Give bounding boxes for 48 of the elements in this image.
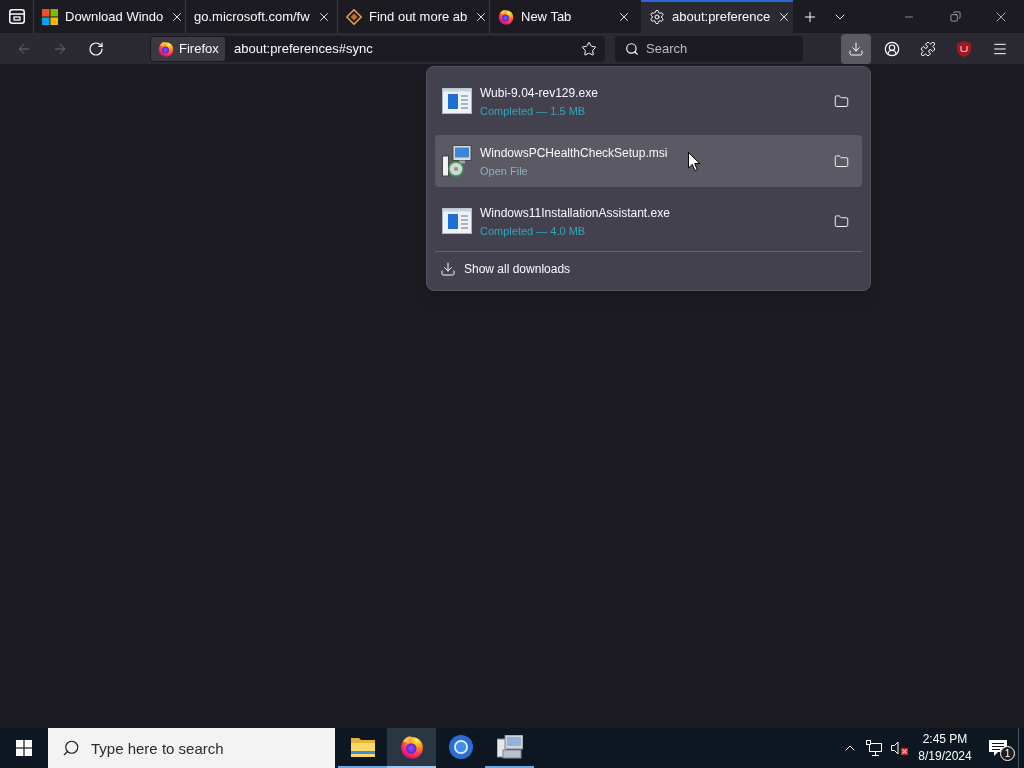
browser-icon bbox=[448, 735, 473, 759]
search-icon bbox=[62, 739, 80, 757]
windows-logo-icon bbox=[42, 8, 58, 25]
program-file-icon bbox=[442, 88, 472, 114]
mouse-pointer-icon bbox=[688, 152, 701, 172]
installer-icon bbox=[496, 735, 523, 759]
download-icon bbox=[440, 260, 456, 277]
firefox-icon bbox=[498, 8, 514, 25]
folder-icon bbox=[833, 213, 849, 229]
account-icon bbox=[884, 40, 900, 57]
file-name: WindowsPCHealthCheckSetup.msi bbox=[480, 144, 669, 161]
download-item[interactable]: WindowsPCHealthCheckSetup.msi Open File bbox=[435, 135, 862, 187]
download-status: Completed — 4.0 MB bbox=[480, 223, 587, 238]
taskbar-app-button[interactable] bbox=[387, 728, 436, 768]
downloads-button[interactable] bbox=[841, 33, 871, 64]
show-all-downloads-button[interactable]: Show all downloads bbox=[435, 252, 862, 285]
search-field[interactable]: Search bbox=[615, 35, 803, 62]
star-icon bbox=[581, 40, 597, 57]
firefox-icon bbox=[158, 40, 174, 57]
download-icon bbox=[848, 40, 864, 57]
download-item[interactable]: Wubi-9.04-rev129.exe Completed — 1.5 MB bbox=[435, 75, 862, 127]
action-center-button[interactable]: 1 bbox=[978, 728, 1018, 768]
file-name: Windows11InstallationAssistant.exe bbox=[480, 204, 671, 221]
installer-package-icon bbox=[442, 145, 472, 177]
folder-icon bbox=[833, 153, 849, 169]
taskbar-search-field[interactable]: Type here to search bbox=[48, 728, 335, 768]
puzzle-icon bbox=[920, 40, 936, 57]
monitor-icon bbox=[866, 740, 882, 756]
file-name: Wubi-9.04-rev129.exe bbox=[480, 84, 599, 101]
download-item[interactable]: Windows11InstallationAssistant.exe Completed — 4.0 MB bbox=[435, 195, 862, 247]
clock[interactable]: 2:45 PM 8/19/2024 bbox=[912, 728, 978, 768]
firefox-icon bbox=[399, 735, 424, 759]
diamond-icon bbox=[346, 8, 362, 25]
download-status: Completed — 1.5 MB bbox=[480, 103, 587, 118]
program-file-icon bbox=[442, 208, 472, 234]
folder-icon bbox=[350, 737, 375, 757]
browser-tab[interactable]: about:preference bbox=[641, 0, 793, 33]
download-status: Open File bbox=[480, 163, 529, 178]
restore-icon bbox=[949, 11, 961, 22]
identity-button[interactable]: Firefox bbox=[151, 36, 225, 61]
reload-icon bbox=[88, 40, 104, 57]
notification-badge: 1 bbox=[1000, 746, 1015, 761]
archive-box-icon bbox=[8, 9, 25, 24]
gear-icon bbox=[649, 8, 665, 25]
windows-logo-icon bbox=[16, 740, 32, 756]
shield-icon bbox=[957, 40, 971, 57]
folder-icon bbox=[833, 93, 849, 109]
search-icon bbox=[625, 41, 639, 56]
